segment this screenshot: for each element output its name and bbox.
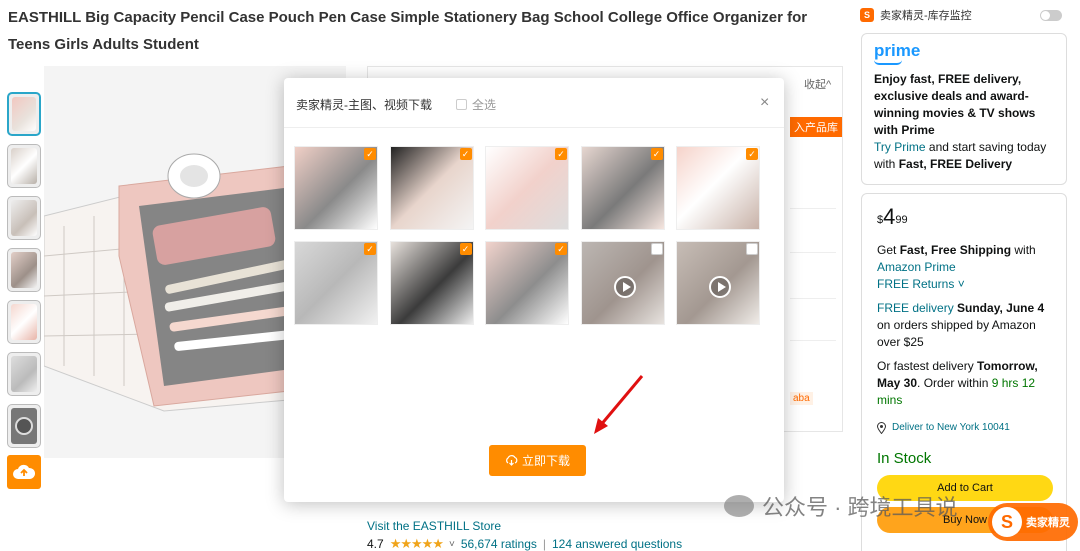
checkbox-checked-icon[interactable]: ✓ [555,148,567,160]
thumbnail-1[interactable] [7,92,41,136]
thumbnail-2[interactable] [7,144,41,188]
upload-image-button[interactable] [7,455,41,489]
cloud-download-icon [506,455,518,466]
video-thumbnail[interactable] [676,241,760,325]
questions-link[interactable]: 124 answered questions [552,537,682,551]
add-to-library-button[interactable]: 入产品库 [790,117,842,137]
order-within: . Order within [917,376,992,390]
store-link[interactable]: Visit the EASTHILL Store [367,519,501,533]
price: $499 [877,204,1051,230]
checkbox-checked-icon[interactable]: ✓ [555,243,567,255]
image-thumbnail[interactable]: ✓ [676,146,760,230]
play-icon [15,417,33,435]
close-icon[interactable]: × [760,94,769,112]
checkbox-checked-icon[interactable]: ✓ [746,148,758,160]
prime-cta-bold: Fast, FREE Delivery [898,157,1013,171]
location-pin-icon [877,421,886,434]
image-thumbnail[interactable]: ✓ [485,146,569,230]
shipping-post: with [1011,243,1036,257]
watermark-text: 公众号 · 跨境工具说 [762,495,958,520]
try-prime-link[interactable]: Try Prime [874,140,926,154]
aba-tag[interactable]: aba [790,392,813,405]
chevron-down-icon[interactable]: ˅ [449,539,455,550]
video-thumbnail[interactable] [580,241,665,325]
image-thumbnail[interactable]: ✓ [294,146,378,230]
prime-smile-icon [874,60,902,65]
checkbox-icon[interactable] [650,243,663,255]
monitor-label: 卖家精灵-库存监控 [880,10,972,22]
free-delivery-link[interactable]: FREE delivery [877,301,954,315]
divider [790,252,836,253]
checkbox-checked-icon[interactable]: ✓ [459,148,472,160]
thumbnail-strip [7,92,43,456]
separator: | [542,537,546,551]
image-thumbnail[interactable]: ✓ [485,241,569,325]
checkbox-checked-icon[interactable]: ✓ [650,148,663,160]
checkbox-checked-icon[interactable]: ✓ [364,148,376,160]
deliver-to-link[interactable]: Deliver to New York 10041 [877,419,1051,436]
download-button[interactable]: 立即下载 [489,445,586,476]
checkbox-icon [456,99,467,110]
deliver-to-text: Deliver to New York 10041 [892,422,1010,433]
seller-sprite-badge-icon: S [992,507,1022,537]
thumbnail-4[interactable] [7,248,41,292]
stock-monitor-bar: S 卖家精灵-库存监控 [860,4,1070,26]
checkbox-checked-icon[interactable]: ✓ [459,243,472,255]
thumbnail-5[interactable] [7,300,41,344]
ratings-count-link[interactable]: 56,674 ratings [461,537,537,551]
prime-cta: Try Prime and start saving today with Fa… [874,139,1054,173]
thumbnail-3[interactable] [7,196,41,240]
shipping-bold: Fast, Free Shipping [899,243,1012,257]
prime-headline: Enjoy fast, FREE delivery, exclusive dea… [874,72,1036,137]
fastest-pre: Or fastest delivery [877,359,978,373]
modal-title: 卖家精灵-主图、视频下载 [296,98,432,112]
divider [790,298,836,299]
product-title: EASTHILL Big Capacity Pencil Case Pouch … [8,9,808,53]
divider [790,208,836,209]
seller-sprite-badge[interactable]: S 卖家精灵 [988,503,1078,541]
delivery-date: Sunday, June 4 [953,301,1045,315]
star-rating-icon[interactable]: ★★★★★ [390,536,444,551]
image-thumbnail[interactable]: ✓ [294,241,378,325]
play-icon [613,276,636,298]
fastest-delivery: Or fastest delivery Tomorrow, May 30. Or… [877,358,1051,409]
cloud-upload-icon [13,464,35,479]
image-thumbnail[interactable]: ✓ [389,146,474,230]
collapse-link[interactable]: 收起^ [804,76,831,92]
delivery-note: on orders shipped by Amazon over $25 [877,318,1036,349]
prime-logo: prime [874,41,921,60]
price-whole: 4 [883,204,896,229]
image-thumbnail[interactable]: ✓ [580,146,665,230]
play-icon [709,276,731,298]
free-returns-link[interactable]: FREE Returns ˅ [877,277,965,291]
download-modal: 卖家精灵-主图、视频下载 全选 × ✓ ✓ ✓ ✓ ✓ ✓ ✓ ✓ 立即下载 [284,78,784,502]
thumbnail-video[interactable] [7,404,41,448]
modal-header: 卖家精灵-主图、视频下载 全选 × [284,78,784,128]
download-label: 立即下载 [521,454,570,468]
monitor-toggle[interactable] [1040,10,1062,21]
shipping-info: Get Fast, Free Shipping with Amazon Prim… [877,242,1051,293]
checkbox-checked-icon[interactable]: ✓ [364,243,376,255]
wechat-icon [724,495,754,517]
prime-card: prime Enjoy fast, FREE delivery, exclusi… [861,33,1067,185]
checkbox-icon[interactable] [746,243,758,255]
seller-sprite-logo-icon: S [860,8,874,22]
delivery-info: FREE delivery Sunday, June 4 on orders s… [877,300,1051,351]
price-currency: $ [877,214,884,226]
image-thumbnail[interactable]: ✓ [389,241,474,325]
thumbnail-6[interactable] [7,352,41,396]
rating-row: 4.7 ★★★★★ ˅ 56,674 ratings | 124 answere… [367,536,682,551]
badge-label: 卖家精灵 [1026,517,1070,529]
watermark: 公众号 · 跨境工具说 [724,490,958,522]
red-arrow-annotation [594,375,644,434]
price-fraction: 99 [895,214,908,226]
amazon-prime-link[interactable]: Amazon Prime [877,260,956,274]
shipping-pre: Get [877,243,900,257]
select-all-label: 全选 [472,98,497,112]
stock-status: In Stock [877,450,932,467]
rating-value: 4.7 [367,537,384,551]
divider [790,340,836,341]
select-all-checkbox[interactable]: 全选 [456,96,496,113]
